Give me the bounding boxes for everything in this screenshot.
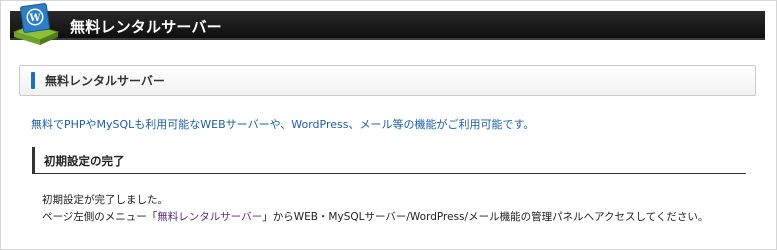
instruction-suffix: 」からWEB・MySQLサーバー/WordPress/メール機能の管理パネルへア… — [262, 211, 709, 223]
rental-server-menu-link[interactable]: 無料レンタルサーバー — [157, 211, 262, 223]
subsection-accent-bar — [32, 147, 35, 173]
section-accent-bar — [31, 72, 35, 89]
wordpress-server-icon: W — [12, 3, 60, 45]
subsection-title: 初期設定の完了 — [44, 154, 125, 168]
section-header: 無料レンタルサーバー — [19, 65, 756, 96]
instruction-message: ページ左側のメニュー「無料レンタルサーバー」からWEB・MySQLサーバー/Wo… — [42, 209, 708, 224]
page-title: 無料レンタルサーバー — [70, 18, 222, 36]
completion-message: 初期設定が完了しました。 — [42, 194, 168, 206]
svg-text:W: W — [28, 13, 41, 24]
header-bar-stripe — [10, 38, 765, 40]
subsection-header: 初期設定の完了 — [32, 147, 746, 174]
section-title: 無料レンタルサーバー — [45, 74, 165, 88]
intro-text: 無料でPHPやMySQLも利用可能なWEBサーバーや、WordPress、メール… — [31, 118, 535, 131]
instruction-prefix: ページ左側のメニュー「 — [42, 211, 158, 223]
